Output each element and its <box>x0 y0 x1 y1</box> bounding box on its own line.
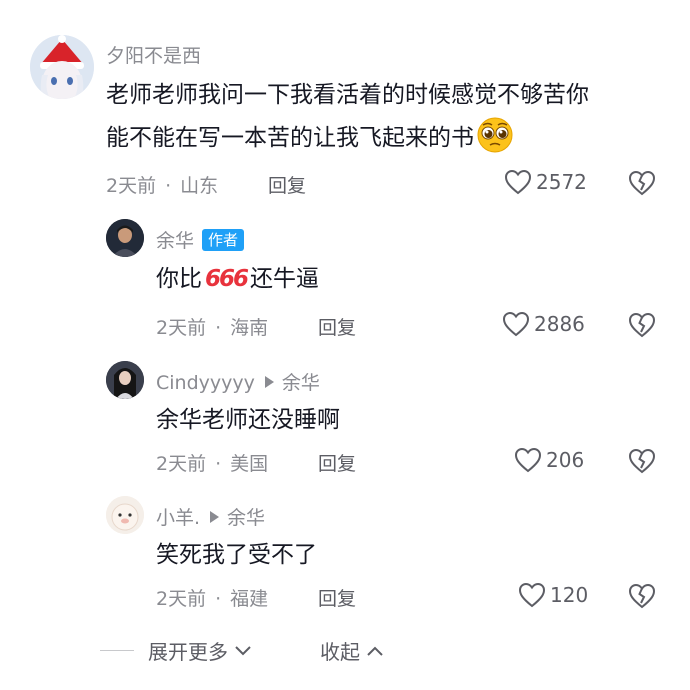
reply-text-post: 还牛逼 <box>250 266 320 292</box>
reply-location: 美国 <box>230 453 269 475</box>
reply-reply-button-yuhua[interactable]: 回复 <box>318 313 356 340</box>
meta-separator: · <box>165 175 172 197</box>
avatar-yuhua[interactable] <box>106 219 144 257</box>
reply-text-pre: 你比 <box>156 266 202 292</box>
reply-time: 2天前 <box>156 453 207 475</box>
reply-to-name[interactable]: 余华 <box>282 372 320 394</box>
reply-like-count: 206 <box>546 448 585 472</box>
reply-time: 2天前 <box>156 317 207 339</box>
reply-username-yuhua[interactable]: 余华 作者 <box>156 226 245 253</box>
meta-separator: · <box>215 317 222 339</box>
comment-reply-button[interactable]: 回复 <box>268 171 306 198</box>
reply-username-text: 余华 <box>156 230 195 252</box>
collapse-button[interactable]: 收起 <box>320 636 384 665</box>
reply-reply-button-cindy[interactable]: 回复 <box>318 449 356 476</box>
reply-text-yuhua: 你比 666 还牛逼 <box>156 258 319 300</box>
collapse-label: 收起 <box>320 640 360 664</box>
heart-outline-icon <box>502 311 530 337</box>
reply-like-count: 120 <box>550 583 589 607</box>
comment-meta: 2天前 · 山东 <box>106 171 218 198</box>
avatar-cindy[interactable] <box>106 361 144 399</box>
avatar-anime-girl-image <box>30 35 94 99</box>
reply-text-cindy: 余华老师还没睡啊 <box>156 407 340 433</box>
reply-meta-xiaoyang: 2天前 · 福建 <box>156 584 268 611</box>
author-badge: 作者 <box>202 229 245 251</box>
reply-text-xiaoyang: 笑死我了受不了 <box>156 542 317 568</box>
broken-heart-icon <box>628 448 656 474</box>
comment-location: 山东 <box>180 175 219 197</box>
avatar-xiaoyang[interactable] <box>106 496 144 534</box>
chevron-down-icon <box>235 645 251 655</box>
expand-more-button[interactable]: 展开更多 <box>148 636 252 665</box>
comment-username[interactable]: 夕阳不是西 <box>106 41 201 68</box>
comment-like-button[interactable]: 2572 <box>504 169 587 195</box>
expand-more-label: 展开更多 <box>148 640 228 664</box>
heart-outline-icon <box>518 582 546 608</box>
broken-heart-icon <box>628 583 656 609</box>
chevron-up-icon <box>367 646 383 656</box>
reply-location: 福建 <box>230 588 269 610</box>
reply-time: 2天前 <box>156 588 207 610</box>
comment-dislike-button[interactable] <box>628 170 656 198</box>
comment-text-line1: 老师老师我问一下我看活着的时候感觉不够苦你 <box>106 82 589 108</box>
avatar-portrait-image <box>106 219 144 257</box>
footer-divider-line <box>100 650 134 651</box>
reply-arrow-icon <box>264 376 274 388</box>
comment-text-line2: 能不能在写一本苦的让我飞起来的书 <box>106 116 514 168</box>
reply-username-cindy[interactable]: Cindyyyyy 余华 <box>156 368 320 395</box>
heart-outline-icon <box>514 447 542 473</box>
reply-dislike-button-xiaoyang[interactable] <box>628 583 656 611</box>
reply-username-text: 小羊. <box>156 507 201 529</box>
pleading-face-emoji <box>476 116 514 168</box>
reply-username-xiaoyang[interactable]: 小羊. 余华 <box>156 503 265 530</box>
reply-to-name[interactable]: 余华 <box>227 507 265 529</box>
comment-time: 2天前 <box>106 175 157 197</box>
reply-dislike-button-yuhua[interactable] <box>628 312 656 340</box>
comment-text-line2-text: 能不能在写一本苦的让我飞起来的书 <box>106 125 474 151</box>
reply-meta-cindy: 2天前 · 美国 <box>156 449 268 476</box>
meta-separator: · <box>215 588 222 610</box>
reply-like-button-xiaoyang[interactable]: 120 <box>518 582 588 608</box>
broken-heart-icon <box>628 170 656 196</box>
reply-like-button-yuhua[interactable]: 2886 <box>502 311 585 337</box>
avatar-xiyang[interactable] <box>30 35 94 99</box>
comment-like-count: 2572 <box>536 170 587 194</box>
reply-arrow-icon <box>210 511 220 523</box>
heart-outline-icon <box>504 169 532 195</box>
reply-location: 海南 <box>230 317 269 339</box>
reply-reply-button-xiaoyang[interactable]: 回复 <box>318 584 356 611</box>
broken-heart-icon <box>628 312 656 338</box>
reply-like-button-cindy[interactable]: 206 <box>514 447 584 473</box>
avatar-cartoon-sheep-image <box>106 496 144 534</box>
reply-username-text: Cindyyyyy <box>156 372 255 394</box>
meta-separator: · <box>215 453 222 475</box>
reply-meta-yuhua: 2天前 · 海南 <box>156 313 268 340</box>
red-666-emoji: 666 <box>205 266 249 292</box>
avatar-girl-image <box>106 361 144 399</box>
reply-like-count: 2886 <box>534 312 585 336</box>
replies-footer: 展开更多 收起 <box>0 636 690 666</box>
reply-dislike-button-cindy[interactable] <box>628 448 656 476</box>
